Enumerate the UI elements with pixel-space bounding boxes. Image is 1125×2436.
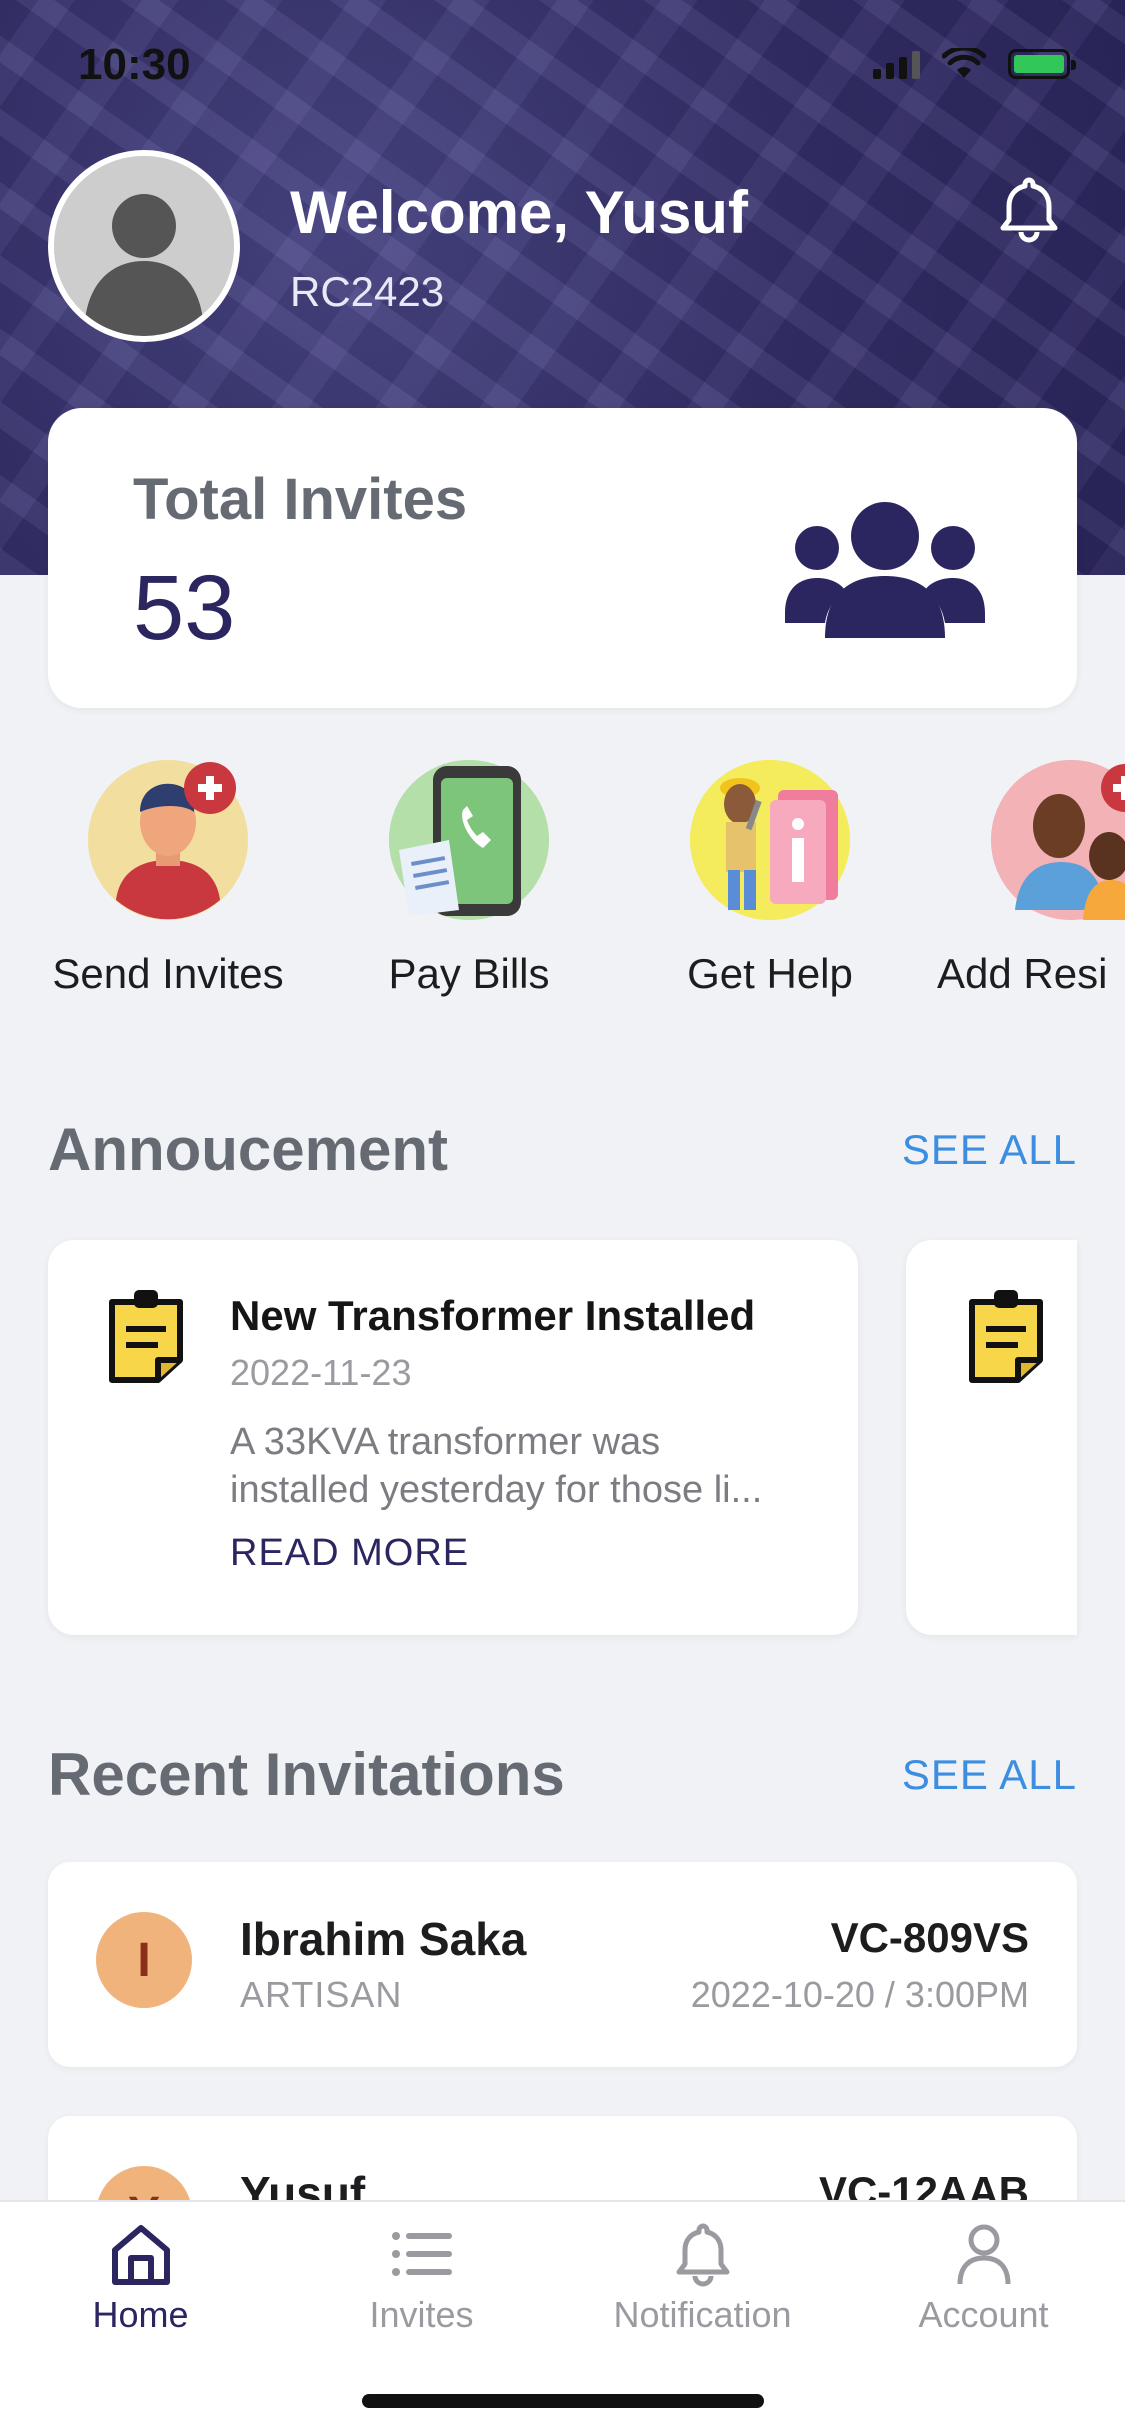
action-label: Add Resi [937, 950, 1108, 997]
announcement-title: Annoucement [48, 1116, 449, 1183]
announcement-card[interactable]: New Transformer Installed 2022-11-23 A 3… [48, 1240, 858, 1635]
nav-label: Invites [369, 2294, 474, 2335]
clipboard-note-icon [969, 1290, 1043, 1383]
nav-label: Account [918, 2294, 1049, 2335]
nav-label: Notification [613, 2294, 792, 2335]
action-pay-bills[interactable]: Pay Bills [339, 760, 599, 998]
nav-invites[interactable]: Invites [281, 2202, 562, 2362]
invitee-initial-avatar: I [96, 1912, 192, 2008]
welcome-title: Welcome, Yusuf [290, 179, 748, 246]
get-help-icon [690, 760, 850, 920]
action-send-invites[interactable]: Send Invites [38, 760, 298, 998]
total-invites-card[interactable]: Total Invites 53 [48, 408, 1077, 708]
status-bar: 10:30 [0, 0, 1125, 140]
announcement-item-body: A 33KVA transformer was installed yester… [230, 1421, 763, 1511]
battery-icon [1008, 49, 1076, 79]
read-more-link[interactable]: READ MORE [230, 1532, 469, 1575]
add-resident-icon [991, 760, 1125, 920]
invitee-name: Ibrahim Saka [240, 1913, 527, 1965]
nav-home[interactable]: Home [0, 2202, 281, 2362]
announcement-card-next[interactable] [906, 1240, 1077, 1635]
invite-datetime: 2022-10-20 / 3:00PM [690, 1974, 1029, 2015]
invitation-row[interactable]: I Ibrahim Saka ARTISAN VC-809VS 2022-10-… [48, 1862, 1077, 2067]
group-users-icon [785, 502, 985, 638]
user-code: RC2423 [290, 268, 445, 315]
home-icon [111, 2225, 170, 2285]
announcement-item-date: 2022-11-23 [230, 1352, 412, 1393]
nav-account[interactable]: Account [843, 2202, 1124, 2362]
recent-invitations-title: Recent Invitations [48, 1741, 565, 1808]
action-get-help[interactable]: Get Help [640, 760, 900, 998]
bell-icon [676, 2223, 729, 2287]
nav-label: Home [92, 2294, 189, 2335]
cellular-signal-icon [873, 49, 920, 79]
home-indicator [362, 2394, 764, 2408]
invite-code: VC-809VS [830, 1914, 1029, 1961]
person-silhouette-icon [54, 156, 234, 336]
avatar[interactable] [48, 150, 240, 342]
notification-bell-icon[interactable] [991, 172, 1067, 248]
pay-bills-icon [389, 760, 549, 920]
action-label: Pay Bills [388, 950, 550, 997]
quick-actions: Send Invites Pay Bills Get Help Add Resi [0, 760, 1125, 1020]
nav-notification[interactable]: Notification [562, 2202, 843, 2362]
clipboard-note-icon [109, 1290, 183, 1383]
status-icons [873, 48, 1076, 80]
action-add-resident[interactable]: Add Resi [937, 760, 1125, 998]
announcement-see-all-link[interactable]: SEE ALL [902, 1126, 1077, 1174]
user-icon [957, 2224, 1010, 2285]
list-icon [391, 2232, 452, 2276]
invitee-type: ARTISAN [240, 1974, 403, 2015]
invitations-see-all-link[interactable]: SEE ALL [902, 1751, 1077, 1799]
total-invites-label: Total Invites [133, 467, 468, 532]
announcement-item-title: New Transformer Installed [230, 1292, 756, 1339]
wifi-icon [942, 48, 986, 78]
action-label: Send Invites [52, 950, 284, 997]
total-invites-value: 53 [133, 557, 236, 659]
action-label: Get Help [687, 950, 853, 997]
send-invites-icon [88, 760, 248, 920]
status-time: 10:30 [78, 40, 191, 89]
